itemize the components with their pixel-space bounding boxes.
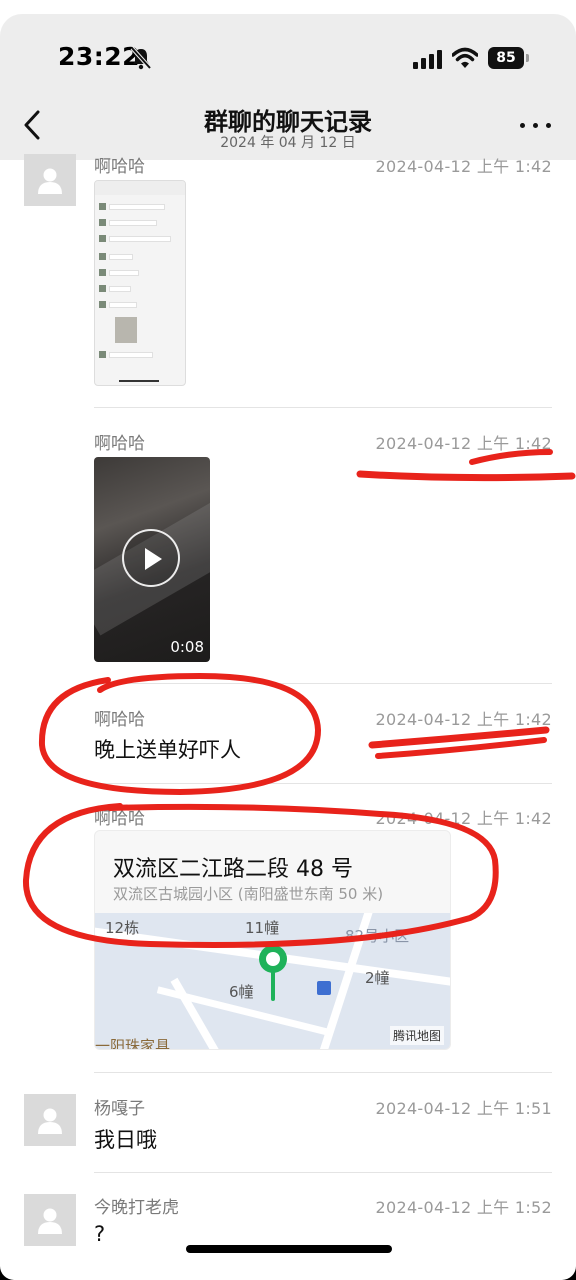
message-divider — [94, 407, 552, 408]
page-subtitle-date: 2024 年 04 月 12 日 — [220, 135, 356, 151]
more-options-button[interactable] — [518, 118, 554, 132]
map-pin-icon — [259, 945, 287, 1001]
map-road — [170, 977, 228, 1049]
default-avatar-icon — [38, 1208, 62, 1234]
avatar[interactable] — [24, 1194, 76, 1246]
location-name: 双流区二江路二段 48 号 — [113, 857, 353, 882]
map-label: 11幢 — [245, 919, 280, 937]
status-time: 23:22 — [58, 42, 141, 71]
video-duration: 0:08 — [170, 638, 204, 656]
sender-name: 啊哈哈 — [94, 434, 145, 454]
location-card[interactable]: 双流区二江路二段 48 号 双流区古城园小区 (南阳盛世东南 50 米) 12栋… — [94, 830, 451, 1050]
sender-name: 啊哈哈 — [94, 157, 145, 177]
message-text: 我日哦 — [94, 1128, 157, 1152]
battery-icon: 85 — [488, 47, 530, 69]
annotation-underline — [375, 737, 547, 759]
video-message[interactable]: 0:08 — [94, 457, 210, 662]
location-map[interactable]: 12栋 11幢 6幢 2幢 82号小区 一阳珠家具 腾讯地图 — [95, 913, 450, 1050]
annotation-underline — [368, 726, 550, 749]
map-label: 一阳珠家具 — [95, 1037, 171, 1050]
map-label: 12栋 — [105, 919, 140, 937]
chat-history-screen: 23:22 85 群聊的聊天记录 2024 年 04 月 12 日 啊哈哈 20… — [0, 0, 576, 1280]
bell-muted-icon — [130, 46, 152, 70]
sender-name: 今晚打老虎 — [94, 1198, 179, 1218]
thumbnail-status-strip — [95, 181, 185, 195]
message-time: 2024-04-12 上午 1:51 — [375, 1099, 552, 1118]
message-text: 晚上送单好吓人 — [94, 738, 241, 762]
home-indicator[interactable] — [186, 1245, 392, 1253]
message-divider — [94, 1172, 552, 1173]
message-time: 2024-04-12 上午 1:42 — [375, 710, 552, 729]
annotation-overlay — [22, 449, 576, 948]
play-icon — [145, 548, 162, 570]
message-time: 2024-04-12 上午 1:42 — [375, 434, 552, 453]
default-avatar-icon — [38, 168, 62, 194]
sender-name: 啊哈哈 — [94, 710, 145, 730]
battery-level: 85 — [488, 47, 524, 69]
message-time: 2024-04-12 上午 1:42 — [375, 157, 552, 176]
message-time: 2024-04-12 上午 1:42 — [375, 809, 552, 828]
message-divider — [94, 1072, 552, 1073]
sender-name: 杨嘎子 — [94, 1099, 145, 1119]
message-time: 2024-04-12 上午 1:52 — [375, 1198, 552, 1217]
message-divider — [94, 683, 552, 684]
default-avatar-icon — [38, 1108, 62, 1134]
avatar[interactable] — [24, 154, 76, 206]
wifi-icon — [452, 47, 478, 68]
map-label: 82号小区 — [345, 927, 410, 945]
map-label: 6幢 — [229, 983, 254, 1001]
map-brand: 腾讯地图 — [389, 1026, 444, 1045]
message-divider — [94, 783, 552, 784]
annotation-underline — [356, 470, 576, 482]
message-text: ? — [94, 1222, 106, 1246]
map-label: 2幢 — [365, 969, 390, 987]
cellular-signal-icon — [413, 50, 442, 69]
sender-name: 啊哈哈 — [94, 809, 145, 829]
transit-marker-icon — [317, 981, 331, 995]
avatar[interactable] — [24, 1094, 76, 1146]
image-thumbnail[interactable] — [94, 180, 186, 386]
play-button[interactable] — [122, 529, 180, 587]
location-address: 双流区古城园小区 (南阳盛世东南 50 米) — [113, 885, 384, 903]
